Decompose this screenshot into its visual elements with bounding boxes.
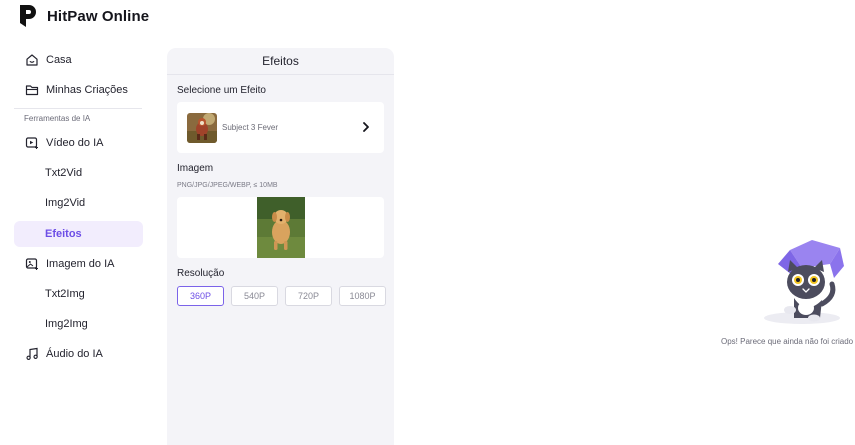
sidebar-item-imagem-ia[interactable]: Imagem do IA (14, 251, 143, 277)
image-section-label: Imagem (177, 163, 214, 174)
brand[interactable]: HitPaw Online (18, 3, 149, 29)
sidebar-item-label: Txt2Vid (45, 167, 83, 179)
effect-thumbnail (187, 112, 217, 143)
sidebar-item-txt2img[interactable]: Txt2Img (14, 281, 143, 307)
sidebar-item-img2img[interactable]: Img2Img (14, 311, 143, 337)
image-format-hint: PNG/JPG/JPEG/WEBP, ≤ 10MB (177, 182, 278, 189)
sidebar-item-label: Efeitos (45, 228, 82, 240)
sidebar-item-label: Txt2Img (45, 288, 85, 300)
sidebar-item-label: Minhas Criações (46, 84, 128, 96)
effect-name: Subject 3 Fever (222, 123, 279, 132)
chevron-right-icon (363, 122, 369, 132)
sidebar-item-casa[interactable]: Casa (14, 47, 143, 73)
video-ai-icon (25, 136, 39, 150)
sidebar-item-label: Casa (46, 54, 72, 66)
effects-panel: Efeitos Selecione um Efeito Subject 3 Fe… (167, 48, 394, 445)
sidebar-item-label: Img2Vid (45, 197, 86, 209)
image-ai-icon (25, 257, 39, 271)
sidebar-item-img2vid[interactable]: Img2Vid (14, 190, 143, 216)
sidebar-item-audio-ia[interactable]: Áudio do IA (14, 341, 143, 367)
sidebar-item-txt2vid[interactable]: Txt2Vid (14, 160, 143, 186)
resolution-1080p-button[interactable]: 1080P (339, 286, 386, 306)
folder-icon (25, 83, 39, 97)
empty-state-message: Ops! Parece que ainda não foi criado (721, 337, 854, 346)
empty-state-cat-illustration (764, 240, 844, 324)
effect-selector[interactable]: Subject 3 Fever (177, 102, 384, 153)
sidebar-item-efeitos[interactable]: Efeitos (14, 221, 143, 247)
panel-title: Efeitos (167, 48, 394, 75)
sidebar-item-label: Áudio do IA (46, 348, 103, 360)
resolution-label: Resolução (177, 268, 225, 279)
effect-section-label: Selecione um Efeito (177, 85, 266, 96)
resolution-540p-button[interactable]: 540P (231, 286, 278, 306)
brand-name: HitPaw Online (47, 7, 150, 25)
section-label-ai-tools: Ferramentas de IA (24, 114, 91, 123)
hitpaw-logo-icon (20, 5, 36, 27)
sidebar-item-minhas-criacoes[interactable]: Minhas Criações (14, 77, 143, 103)
sidebar-item-label: Img2Img (45, 318, 88, 330)
resolution-720p-button[interactable]: 720P (285, 286, 332, 306)
resolution-360p-button[interactable]: 360P (177, 286, 224, 306)
image-upload-area[interactable] (177, 197, 384, 258)
music-icon (25, 347, 39, 361)
sidebar-divider (14, 108, 142, 109)
sidebar-item-label: Vídeo do IA (46, 137, 104, 149)
sidebar-item-label: Imagem do IA (46, 258, 115, 270)
sidebar-item-video-ia[interactable]: Vídeo do IA (14, 130, 143, 156)
uploaded-image-thumbnail (257, 197, 305, 258)
resolution-options: 360P 540P 720P 1080P (177, 286, 386, 306)
home-icon (25, 53, 39, 67)
